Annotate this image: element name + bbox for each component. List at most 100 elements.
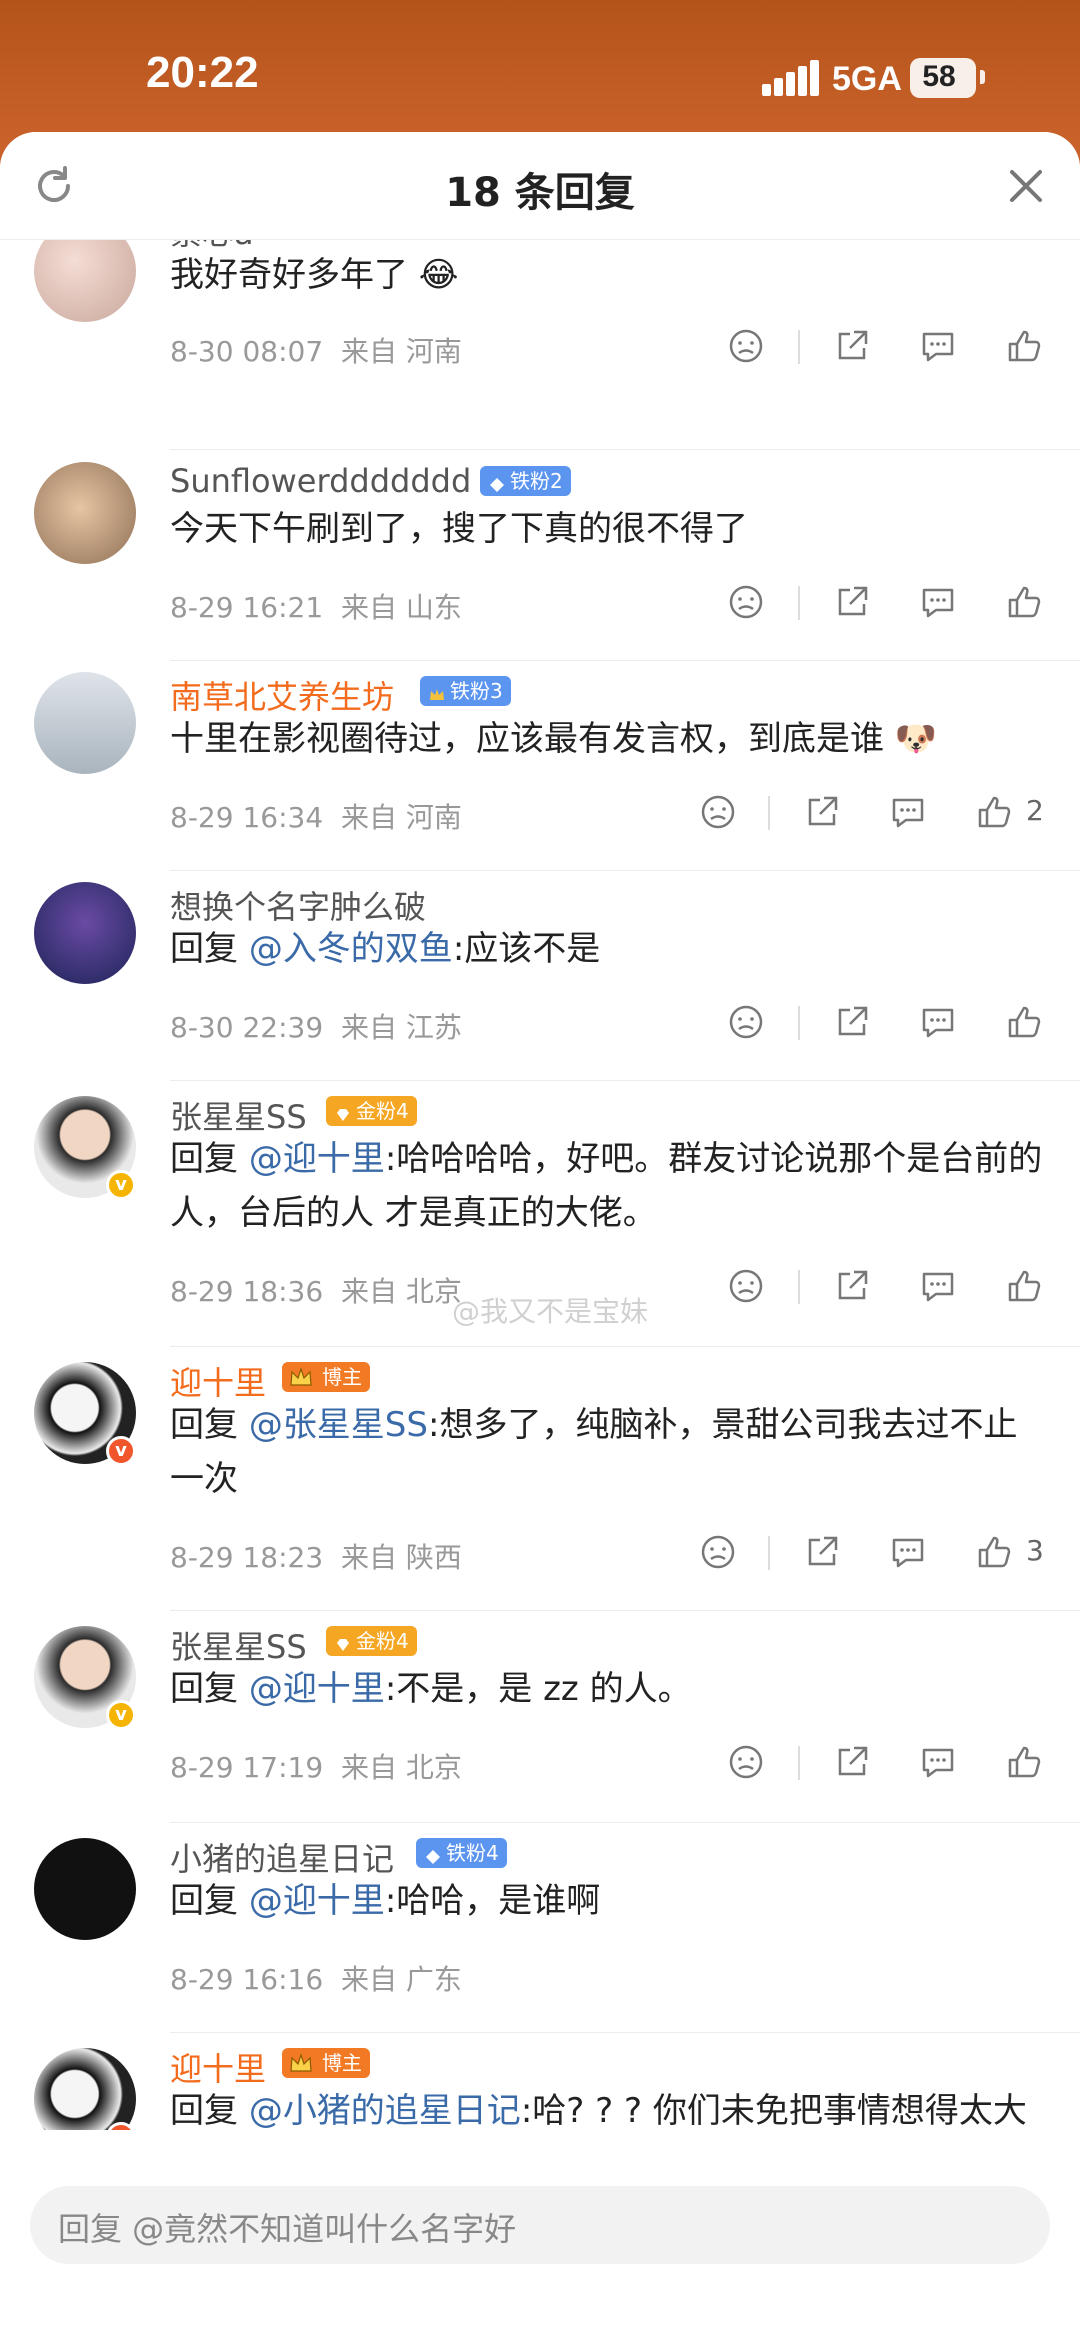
- comment-icon[interactable]: [918, 1742, 958, 1782]
- list-item: 紫心a 我好奇好多年了 😂 8-30 08:07 来自 河南: [0, 240, 1080, 450]
- comment-text: 今天下午刷到了，搜了下真的很不得了: [170, 509, 748, 549]
- comment-text: 回复 @迎十里:不是，是 zz 的人。: [170, 1662, 1050, 1716]
- share-icon[interactable]: [802, 1532, 842, 1572]
- comment-icon[interactable]: [888, 1532, 928, 1572]
- action-divider: [798, 1006, 800, 1040]
- share-icon[interactable]: [832, 326, 872, 366]
- dislike-icon[interactable]: [726, 582, 766, 622]
- comment-actions: [0, 1742, 1080, 1792]
- list-item: Sunflowerddddddd 铁粉2 今天下午刷到了，搜了下真的很不得了 8…: [0, 450, 1080, 661]
- fan-badge: 金粉4: [326, 1626, 417, 1656]
- comment-icon[interactable]: [918, 326, 958, 366]
- comment-actions: [0, 326, 1080, 376]
- reply-body: :不是，是 zz 的人。: [384, 1669, 692, 1709]
- reply-input[interactable]: 回复 @竟然不知道叫什么名字好: [30, 2186, 1050, 2264]
- status-bar: 20:22 5GA 58: [0, 0, 1080, 140]
- avatar[interactable]: [34, 240, 136, 322]
- avatar[interactable]: [34, 672, 136, 774]
- action-divider: [768, 796, 770, 830]
- like-icon[interactable]: [1004, 582, 1044, 622]
- comment-location: 来自 广东: [340, 1963, 462, 1996]
- action-divider: [798, 330, 800, 364]
- share-icon[interactable]: [832, 1266, 872, 1306]
- share-icon[interactable]: [802, 792, 842, 832]
- dislike-icon[interactable]: [726, 1742, 766, 1782]
- dislike-icon[interactable]: [698, 792, 738, 832]
- dislike-icon[interactable]: [726, 1002, 766, 1042]
- status-time: 20:22: [146, 48, 259, 97]
- fan-badge: 铁粉4: [416, 1838, 507, 1868]
- verified-icon: v: [106, 1170, 136, 1200]
- like-icon[interactable]: [974, 1532, 1014, 1572]
- signal-icon: [762, 60, 819, 96]
- reply-body: :哈哈，是谁啊: [384, 1881, 601, 1921]
- mention-link[interactable]: @迎十里: [249, 1881, 385, 1921]
- list-item: 南草北艾养生坊 铁粉3 十里在影视圈待过，应该最有发言权，到底是谁 🐶 8-29…: [0, 660, 1080, 871]
- comment-actions: 2: [0, 792, 1080, 842]
- action-divider: [798, 586, 800, 620]
- dislike-icon[interactable]: [698, 1532, 738, 1572]
- share-icon[interactable]: [832, 1742, 872, 1782]
- like-icon[interactable]: [1004, 1002, 1044, 1042]
- fan-badge-label: 铁粉3: [450, 679, 503, 703]
- dislike-icon[interactable]: [726, 326, 766, 366]
- reply-prefix: 回复: [170, 1405, 238, 1445]
- reply-prefix: 回复: [170, 1139, 238, 1179]
- comment-icon[interactable]: [888, 792, 928, 832]
- list-item: 小猪的追星日记 铁粉4 回复 @迎十里:哈哈，是谁啊 8-29 16:16 来自…: [0, 1822, 1080, 2033]
- fan-badge-label: 金粉4: [356, 1629, 409, 1653]
- fan-badge: 铁粉2: [480, 466, 571, 496]
- battery-level: 58: [922, 60, 956, 93]
- close-icon[interactable]: [1004, 164, 1048, 208]
- mention-link[interactable]: @入冬的双鱼: [249, 929, 453, 969]
- mention-link[interactable]: @小猪的追星日记: [249, 2091, 521, 2130]
- avatar[interactable]: [34, 462, 136, 564]
- comment-icon[interactable]: [918, 582, 958, 622]
- comment-username[interactable]: Sunflowerddddddd: [170, 462, 471, 500]
- fan-badge-label: 铁粉4: [446, 1841, 499, 1865]
- like-icon[interactable]: [1004, 326, 1044, 366]
- comment-text: 回复 @迎十里:哈哈哈哈，好吧。群友讨论说那个是台前的人，台后的人 才是真正的大…: [170, 1132, 1050, 1240]
- mention-link[interactable]: @迎十里: [249, 1669, 385, 1709]
- comment-icon[interactable]: [918, 1266, 958, 1306]
- like-count: 2: [1026, 794, 1044, 827]
- avatar[interactable]: [34, 882, 136, 984]
- comment-icon[interactable]: [918, 1002, 958, 1042]
- comment-list: 紫心a 我好奇好多年了 😂 8-30 08:07 来自 河南 Sunflower…: [0, 240, 1080, 2130]
- fan-badge: 金粉4: [326, 1096, 417, 1126]
- like-icon[interactable]: [974, 792, 1014, 832]
- share-icon[interactable]: [832, 1002, 872, 1042]
- watermark: @我又不是宝妹: [452, 1295, 649, 1328]
- action-divider: [798, 1746, 800, 1780]
- like-count: 3: [1026, 1534, 1044, 1567]
- blogger-badge-label: 博主: [322, 2051, 362, 2075]
- avatar[interactable]: [34, 1838, 136, 1940]
- crown-icon: [288, 1364, 314, 1390]
- diamond-icon: [488, 472, 506, 492]
- sheet-title: 18 条回复: [445, 170, 635, 216]
- gem-icon: [334, 1632, 352, 1651]
- reply-prefix: 回复: [170, 1881, 238, 1921]
- reply-prefix: 回复: [170, 929, 238, 969]
- fan-badge-label: 铁粉2: [510, 469, 563, 493]
- gem-icon: [334, 1102, 352, 1121]
- share-icon[interactable]: [832, 582, 872, 622]
- like-icon[interactable]: [1004, 1266, 1044, 1306]
- comment-meta: 8-29 16:16 来自 广东: [170, 1958, 462, 1998]
- comment-text: 回复 @迎十里:哈哈，是谁啊: [170, 1874, 1050, 1928]
- fan-badge: 铁粉3: [420, 676, 511, 706]
- dislike-icon[interactable]: [726, 1266, 766, 1306]
- avatar[interactable]: [34, 2048, 136, 2130]
- blogger-badge: 博主: [282, 1362, 370, 1392]
- like-icon[interactable]: [1004, 1742, 1044, 1782]
- mention-link[interactable]: @迎十里: [249, 1139, 385, 1179]
- list-item: v 迎十里 博主 回复 @小猪的追星日记:哈? ? ? 你们未免把事情想得太大了: [0, 2032, 1080, 2130]
- network-label: 5GA: [832, 60, 902, 98]
- comment-text: 回复 @入冬的双鱼:应该不是: [170, 922, 1050, 976]
- verified-icon: v: [106, 1700, 136, 1730]
- comment-text: 十里在影视圈待过，应该最有发言权，到底是谁 🐶: [170, 719, 938, 759]
- reply-bar: 回复 @竟然不知道叫什么名字好: [0, 2148, 1080, 2346]
- action-divider: [768, 1536, 770, 1570]
- reply-prefix: 回复: [170, 1669, 238, 1709]
- mention-link[interactable]: @张星星SS: [249, 1405, 428, 1445]
